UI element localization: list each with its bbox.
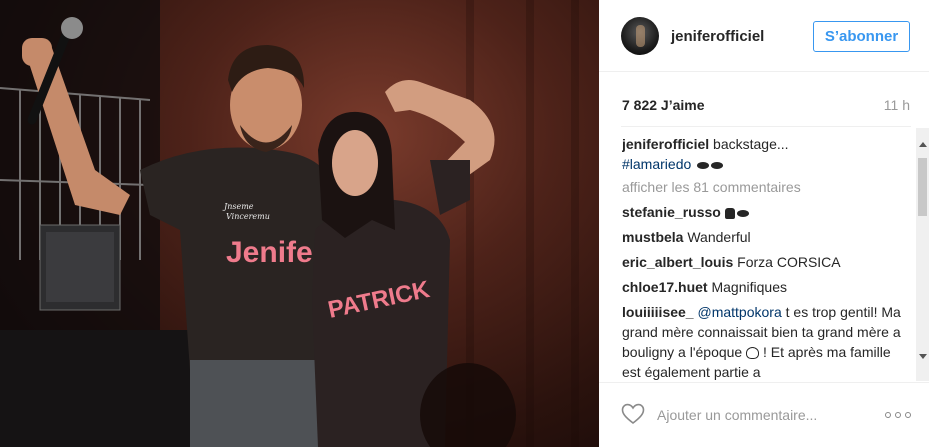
comments-scrollbar[interactable] (916, 128, 929, 381)
comment-bar (599, 382, 929, 447)
kiss-lips-icon (711, 161, 724, 169)
shirt-small-text-2: Vinceremu (226, 212, 270, 221)
comment-text: Magnifiques (711, 279, 787, 295)
caption-username[interactable]: jeniferofficiel (622, 136, 709, 152)
caption: jeniferofficiel backstage... #lamariedo (622, 134, 912, 174)
add-comment-input[interactable] (657, 404, 867, 426)
comments-list: jeniferofficiel backstage... #lamariedo … (622, 134, 912, 380)
likes-count[interactable]: 7 822 J’aime (622, 97, 705, 113)
scroll-down-arrow-icon[interactable] (919, 354, 927, 359)
emoji-icon (746, 347, 760, 360)
ok-hand-icon (724, 207, 735, 219)
comment-username[interactable]: chloe17.huet (622, 279, 708, 295)
caption-hashtag[interactable]: #lamariedo (622, 156, 691, 172)
view-all-comments-link[interactable]: afficher les 81 commentaires (622, 177, 912, 197)
avatar[interactable] (621, 17, 659, 55)
comment-username[interactable]: mustbela (622, 229, 683, 245)
comment-mention[interactable]: @mattpokora (697, 304, 781, 320)
comment: louiiiiisee_ @mattpokora t es trop genti… (622, 302, 912, 380)
comment-text: Wanderful (687, 229, 751, 245)
kiss-lips-icon (697, 161, 710, 169)
more-options-icon[interactable] (885, 411, 911, 419)
heart-outline-icon[interactable] (621, 403, 645, 425)
comment-text: Forza CORSICA (737, 254, 841, 270)
kiss-lips-icon (736, 209, 749, 217)
post-details-panel: jeniferofficiel S’abonner 7 822 J’aime 1… (599, 0, 929, 447)
comment-username[interactable]: stefanie_russo (622, 204, 721, 220)
photo-illustration: Jenifer Jnseme Vinceremu PATRICK (0, 0, 579, 447)
post-username[interactable]: jeniferofficiel (671, 28, 764, 45)
comment: stefanie_russo (622, 202, 912, 222)
comment-username[interactable]: eric_albert_louis (622, 254, 733, 270)
shirt-small-text-1: Jnseme (222, 202, 254, 211)
post-time[interactable]: 11 h (884, 97, 910, 113)
comment-username[interactable]: louiiiiisee_ (622, 304, 694, 320)
scroll-up-arrow-icon[interactable] (919, 142, 927, 147)
caption-text: backstage... (713, 136, 789, 152)
divider (621, 126, 911, 127)
comment: mustbela Wanderful (622, 227, 912, 247)
comment: chloe17.huet Magnifiques (622, 277, 912, 297)
follow-button[interactable]: S’abonner (813, 21, 910, 52)
shirt-text-left: Jenifer (226, 236, 325, 269)
post-header: jeniferofficiel S’abonner (599, 0, 929, 72)
comment: eric_albert_louis Forza CORSICA (622, 252, 912, 272)
post-photo: Jenifer Jnseme Vinceremu PATRICK (0, 0, 599, 447)
scrollbar-thumb[interactable] (918, 158, 927, 216)
